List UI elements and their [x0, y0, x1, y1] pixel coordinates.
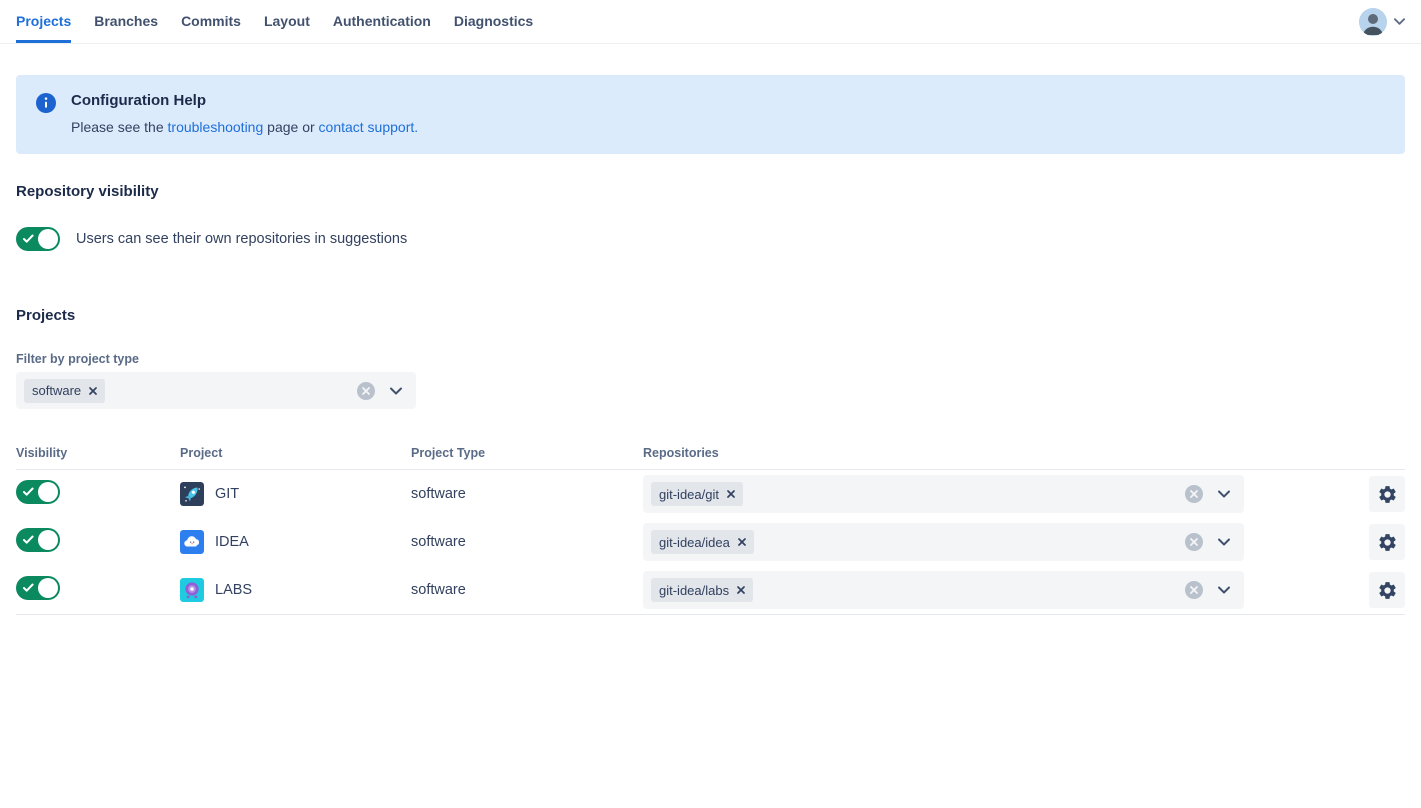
banner-text-middle: page or — [263, 119, 319, 135]
tab-commits[interactable]: Commits — [181, 13, 241, 43]
check-icon — [23, 583, 34, 592]
clear-select-icon[interactable] — [357, 381, 375, 400]
banner-title: Configuration Help — [71, 92, 206, 109]
remove-tag-icon[interactable] — [737, 586, 745, 594]
toggle-knob — [38, 481, 58, 502]
repository-visibility-toggle-label: Users can see their own repositories in … — [76, 231, 408, 247]
repository-visibility-heading: Repository visibility — [16, 183, 159, 200]
chevron-down-icon[interactable] — [1218, 490, 1230, 498]
top-navbar: Projects Branches Commits Layout Authent… — [0, 0, 1421, 44]
robot-project-icon — [180, 578, 204, 602]
repository-visibility-toggle[interactable] — [16, 227, 60, 251]
contact-support-link[interactable]: contact support. — [319, 119, 419, 135]
column-header-project-type: Project Type — [411, 446, 486, 460]
check-icon — [23, 234, 34, 243]
gear-icon — [1378, 533, 1396, 551]
repository-tag: git-idea/labs — [651, 578, 754, 602]
clear-select-icon[interactable] — [1185, 581, 1203, 599]
project-visibility-toggle[interactable] — [16, 479, 60, 504]
gear-icon — [1378, 581, 1396, 599]
remove-tag-icon[interactable] — [737, 538, 746, 546]
projects-heading: Projects — [16, 307, 76, 324]
toggle-knob — [38, 229, 58, 249]
banner-message: Please see the troubleshooting page or c… — [71, 119, 418, 135]
tab-authentication[interactable]: Authentication — [333, 13, 431, 43]
repository-tag-label: git-idea/git — [659, 486, 719, 502]
project-name: IDEA — [215, 534, 249, 550]
clear-select-icon[interactable] — [1185, 485, 1203, 503]
repository-tag: git-idea/git — [651, 482, 743, 506]
repositories-select[interactable]: git-idea/idea — [643, 523, 1244, 561]
project-settings-button[interactable] — [1369, 524, 1405, 560]
project-settings-button[interactable] — [1369, 476, 1405, 512]
repository-visibility-setting: Users can see their own repositories in … — [16, 227, 1405, 251]
project-type: software — [411, 582, 466, 598]
project-type: software — [411, 486, 466, 502]
repositories-select[interactable]: git-idea/git — [643, 475, 1244, 513]
project-type-tag: software — [24, 378, 106, 403]
table-row: GIT software git-idea/git — [16, 470, 1405, 518]
table-row: IDEA software git-idea/idea — [16, 518, 1405, 566]
chevron-down-icon[interactable] — [390, 387, 402, 395]
repository-tag-label: git-idea/idea — [659, 534, 730, 550]
table-row: LABS software git-idea/labs — [16, 566, 1405, 614]
tab-branches[interactable]: Branches — [94, 13, 158, 43]
repository-tag: git-idea/idea — [651, 530, 754, 554]
toggle-knob — [38, 577, 58, 598]
project-type: software — [411, 534, 466, 550]
troubleshooting-link[interactable]: troubleshooting — [168, 119, 264, 135]
project-settings-button[interactable] — [1369, 572, 1405, 608]
chevron-down-icon[interactable] — [1394, 18, 1405, 25]
project-visibility-toggle[interactable] — [16, 527, 60, 552]
projects-table-body: GIT software git-idea/git IDEA software … — [16, 470, 1405, 615]
user-menu[interactable] — [1359, 7, 1405, 36]
project-name: GIT — [215, 486, 240, 502]
tab-projects[interactable]: Projects — [16, 13, 72, 43]
project-type-filter-select[interactable]: software — [16, 372, 416, 409]
info-icon — [36, 93, 56, 118]
toggle-knob — [38, 529, 58, 550]
project-name: LABS — [215, 582, 253, 598]
projects-table-header: Visibility Project Project Type Reposito… — [16, 446, 1405, 470]
tab-layout[interactable]: Layout — [264, 13, 310, 43]
column-header-repositories: Repositories — [643, 446, 719, 460]
project-type-tag-label: software — [32, 383, 82, 398]
repository-tag-label: git-idea/labs — [659, 582, 730, 598]
project-visibility-toggle[interactable] — [16, 575, 60, 600]
tab-diagnostics[interactable]: Diagnostics — [454, 13, 533, 43]
remove-tag-icon[interactable] — [727, 490, 735, 498]
chevron-down-icon[interactable] — [1218, 586, 1230, 594]
avatar-silhouette-icon — [1359, 7, 1387, 36]
filter-by-project-type-label: Filter by project type — [16, 352, 139, 366]
cloud-project-icon — [180, 530, 204, 554]
gear-icon — [1378, 485, 1396, 503]
remove-tag-icon[interactable] — [89, 386, 97, 395]
clear-select-icon[interactable] — [1185, 533, 1203, 551]
repositories-select[interactable]: git-idea/labs — [643, 571, 1244, 609]
configuration-help-banner: Configuration Help Please see the troubl… — [16, 75, 1405, 154]
column-header-project: Project — [180, 446, 223, 460]
column-header-visibility: Visibility — [16, 446, 68, 460]
rocket-project-icon — [180, 482, 204, 506]
user-avatar[interactable] — [1359, 7, 1387, 36]
chevron-down-icon[interactable] — [1218, 538, 1230, 546]
check-icon — [23, 487, 34, 496]
check-icon — [23, 535, 34, 544]
banner-text-prefix: Please see the — [71, 119, 168, 135]
